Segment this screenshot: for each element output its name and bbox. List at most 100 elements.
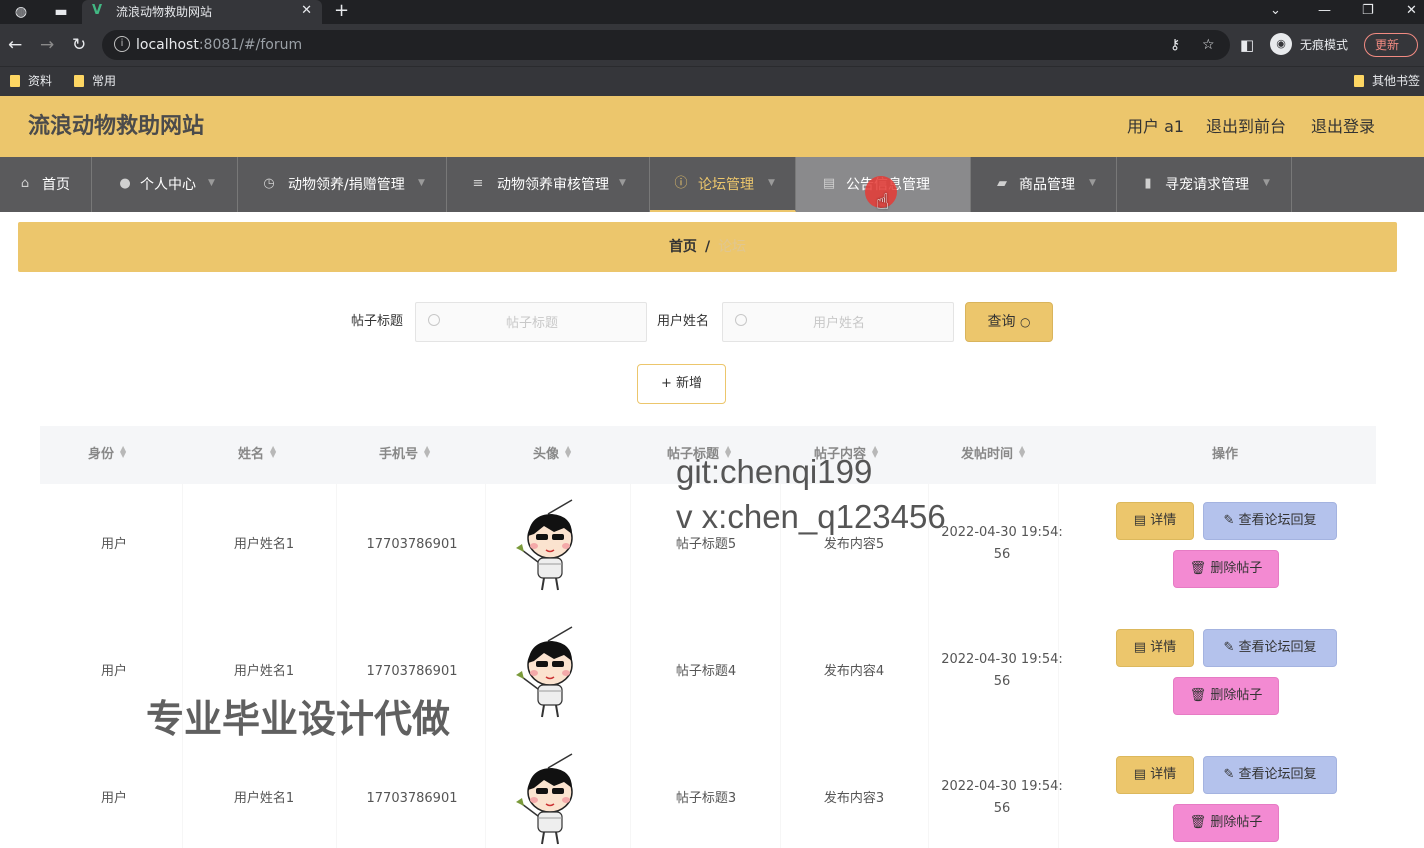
restore-icon[interactable]: ❐ <box>1362 2 1374 20</box>
browser-tab[interactable]: V 流浪动物救助网站 ✕ <box>82 0 322 24</box>
book-icon: ▮ <box>1144 176 1152 191</box>
search-icon: ○ <box>1019 315 1031 329</box>
site-info-icon[interactable]: i <box>114 36 130 52</box>
trash-icon: 🗑 <box>1189 561 1207 576</box>
chevron-down-icon: ▼ <box>619 178 626 188</box>
tab-search-icon[interactable]: ▬ <box>52 3 70 21</box>
sort-icon: ▲ ▼ <box>1019 444 1026 459</box>
folder-icon <box>74 75 84 87</box>
doc-icon: ▤ <box>822 176 836 191</box>
doc-icon: ▤ <box>1133 767 1147 782</box>
vue-logo-icon: V <box>92 3 103 18</box>
clock-icon: ◷ <box>263 176 275 191</box>
column-header-role[interactable]: 身份 ▲ ▼ <box>88 445 128 465</box>
list-icon: ≡ <box>472 176 484 191</box>
edit-icon: ✎ <box>1223 640 1235 655</box>
view-replies-button[interactable]: ✎ 查看论坛回复 <box>1203 629 1337 667</box>
minimize-icon[interactable]: — <box>1318 2 1331 20</box>
breadcrumb-home[interactable]: 首页 <box>669 239 697 255</box>
detail-button[interactable]: ▤ 详情 <box>1116 629 1194 667</box>
user-icon: ● <box>119 176 131 191</box>
detail-button[interactable]: ▤ 详情 <box>1116 756 1194 794</box>
other-bookmarks[interactable]: 其他书签 <box>1354 73 1420 89</box>
doc-icon: ▤ <box>1133 513 1147 528</box>
breadcrumb-current: 论坛 <box>718 239 747 255</box>
table-row: 用户 用户姓名1 17703786901 帖子标题3 发布内容3 2022-04… <box>40 738 1376 848</box>
column-divider <box>630 611 631 738</box>
delete-post-button[interactable]: 🗑 删除帖子 <box>1173 677 1279 715</box>
chevron-down-icon[interactable]: ⌄ <box>1270 2 1281 20</box>
cell-post-content: 发布内容4 <box>823 664 885 679</box>
column-divider <box>928 611 929 738</box>
detail-button[interactable]: ▤ 详情 <box>1116 502 1194 540</box>
app-header: 流浪动物救助网站 用户 a1 退出到前台 退出登录 <box>0 96 1424 157</box>
view-replies-button[interactable]: ✎ 查看论坛回复 <box>1203 756 1337 794</box>
menu-item-pet-search[interactable]: ▮ 寻宠请求管理 ▼ <box>1117 157 1292 212</box>
cell-role: 用户 <box>100 791 127 806</box>
column-divider <box>630 484 631 611</box>
column-header-name[interactable]: 姓名 ▲ ▼ <box>238 445 278 465</box>
sort-icon: ▲ ▼ <box>872 444 879 459</box>
edit-icon: ✎ <box>1223 767 1235 782</box>
globe-icon[interactable]: ◍ <box>12 3 30 21</box>
sort-icon: ▲ ▼ <box>565 444 572 459</box>
user-name-input[interactable] <box>753 303 925 341</box>
cell-post-title: 帖子标题4 <box>675 664 737 679</box>
key-icon[interactable]: ⚷ <box>1170 36 1180 54</box>
update-button[interactable]: 更新⋮ <box>1364 33 1424 57</box>
search-icon <box>428 314 440 326</box>
column-header-post-time[interactable]: 发帖时间 ▲ ▼ <box>961 445 1027 465</box>
sort-icon: ▲ ▼ <box>270 444 277 459</box>
tab-title: 流浪动物救助网站 <box>116 5 213 19</box>
briefcase-icon: ▰ <box>997 176 1007 191</box>
menu-item-personal-center[interactable]: ● 个人中心 ▼ <box>92 157 238 212</box>
logout-link[interactable]: 退出登录 <box>1311 117 1375 137</box>
post-title-field[interactable] <box>415 302 647 342</box>
menu-item-products[interactable]: ▰ 商品管理 ▼ <box>971 157 1117 212</box>
address-bar: ← → ↻ i localhost:8081/#/forum ⚷ ☆ ◧ ◉ 无… <box>0 24 1424 66</box>
bookmark-folder[interactable]: 资料 <box>10 73 52 89</box>
star-icon[interactable]: ☆ <box>1202 36 1215 54</box>
column-header-phone[interactable]: 手机号 ▲ ▼ <box>379 445 432 465</box>
reload-icon[interactable]: ↻ <box>72 35 86 55</box>
delete-post-button[interactable]: 🗑 删除帖子 <box>1173 550 1279 588</box>
cell-name: 用户姓名1 <box>233 537 295 552</box>
delete-post-button[interactable]: 🗑 删除帖子 <box>1173 804 1279 842</box>
back-to-front-link[interactable]: 退出到前台 <box>1206 117 1286 137</box>
close-tab-icon[interactable]: ✕ <box>301 3 312 19</box>
cell-role: 用户 <box>100 537 127 552</box>
view-replies-button[interactable]: ✎ 查看论坛回复 <box>1203 502 1337 540</box>
forward-icon[interactable]: → <box>40 35 54 55</box>
menu-item-forum[interactable]: ⓘ 论坛管理 ▼ <box>650 157 796 212</box>
post-title-label: 帖子标题 <box>351 314 404 329</box>
watermark-contact: v x:chen_q123456 <box>676 498 946 535</box>
query-button[interactable]: 查询 ○ <box>965 302 1053 342</box>
info-icon: ⓘ <box>674 176 688 191</box>
incognito-icon: ◉ <box>1270 33 1292 55</box>
back-icon[interactable]: ← <box>8 35 22 55</box>
column-header-avatar[interactable]: 头像 ▲ ▼ <box>533 445 573 465</box>
post-title-input[interactable] <box>446 303 618 341</box>
menu-item-label: 动物领养/捐赠管理 <box>288 177 405 193</box>
side-panel-icon[interactable]: ◧ <box>1240 35 1254 55</box>
trash-icon: 🗑 <box>1189 688 1207 703</box>
menu-item-home[interactable]: ⌂ 首页 <box>0 157 92 212</box>
cell-post-content: 发布内容5 <box>823 537 885 552</box>
plus-icon: + <box>660 376 672 391</box>
breadcrumb: 首页 / 论坛 <box>18 222 1397 272</box>
cell-name: 用户姓名1 <box>233 664 295 679</box>
bookmark-folder[interactable]: 常用 <box>74 73 116 89</box>
menu-item-adoption-review[interactable]: ≡ 动物领养审核管理 ▼ <box>447 157 650 212</box>
close-window-icon[interactable]: ✕ <box>1406 2 1417 20</box>
user-name-field[interactable] <box>722 302 954 342</box>
menu-dots-icon[interactable]: ⋮ <box>1419 34 1424 56</box>
new-tab-icon[interactable]: + <box>334 1 349 21</box>
chevron-down-icon: ▼ <box>1263 178 1270 188</box>
add-button[interactable]: + 新增 <box>637 364 726 404</box>
cell-phone: 17703786901 <box>366 664 458 679</box>
url-field[interactable]: i localhost:8081/#/forum ⚷ ☆ <box>102 30 1230 60</box>
column-divider <box>630 738 631 848</box>
avatar <box>510 625 590 721</box>
cell-post-time: 2022-04-30 19:54: 56 <box>941 525 1063 562</box>
menu-item-adoption-donation[interactable]: ◷ 动物领养/捐赠管理 ▼ <box>238 157 447 212</box>
